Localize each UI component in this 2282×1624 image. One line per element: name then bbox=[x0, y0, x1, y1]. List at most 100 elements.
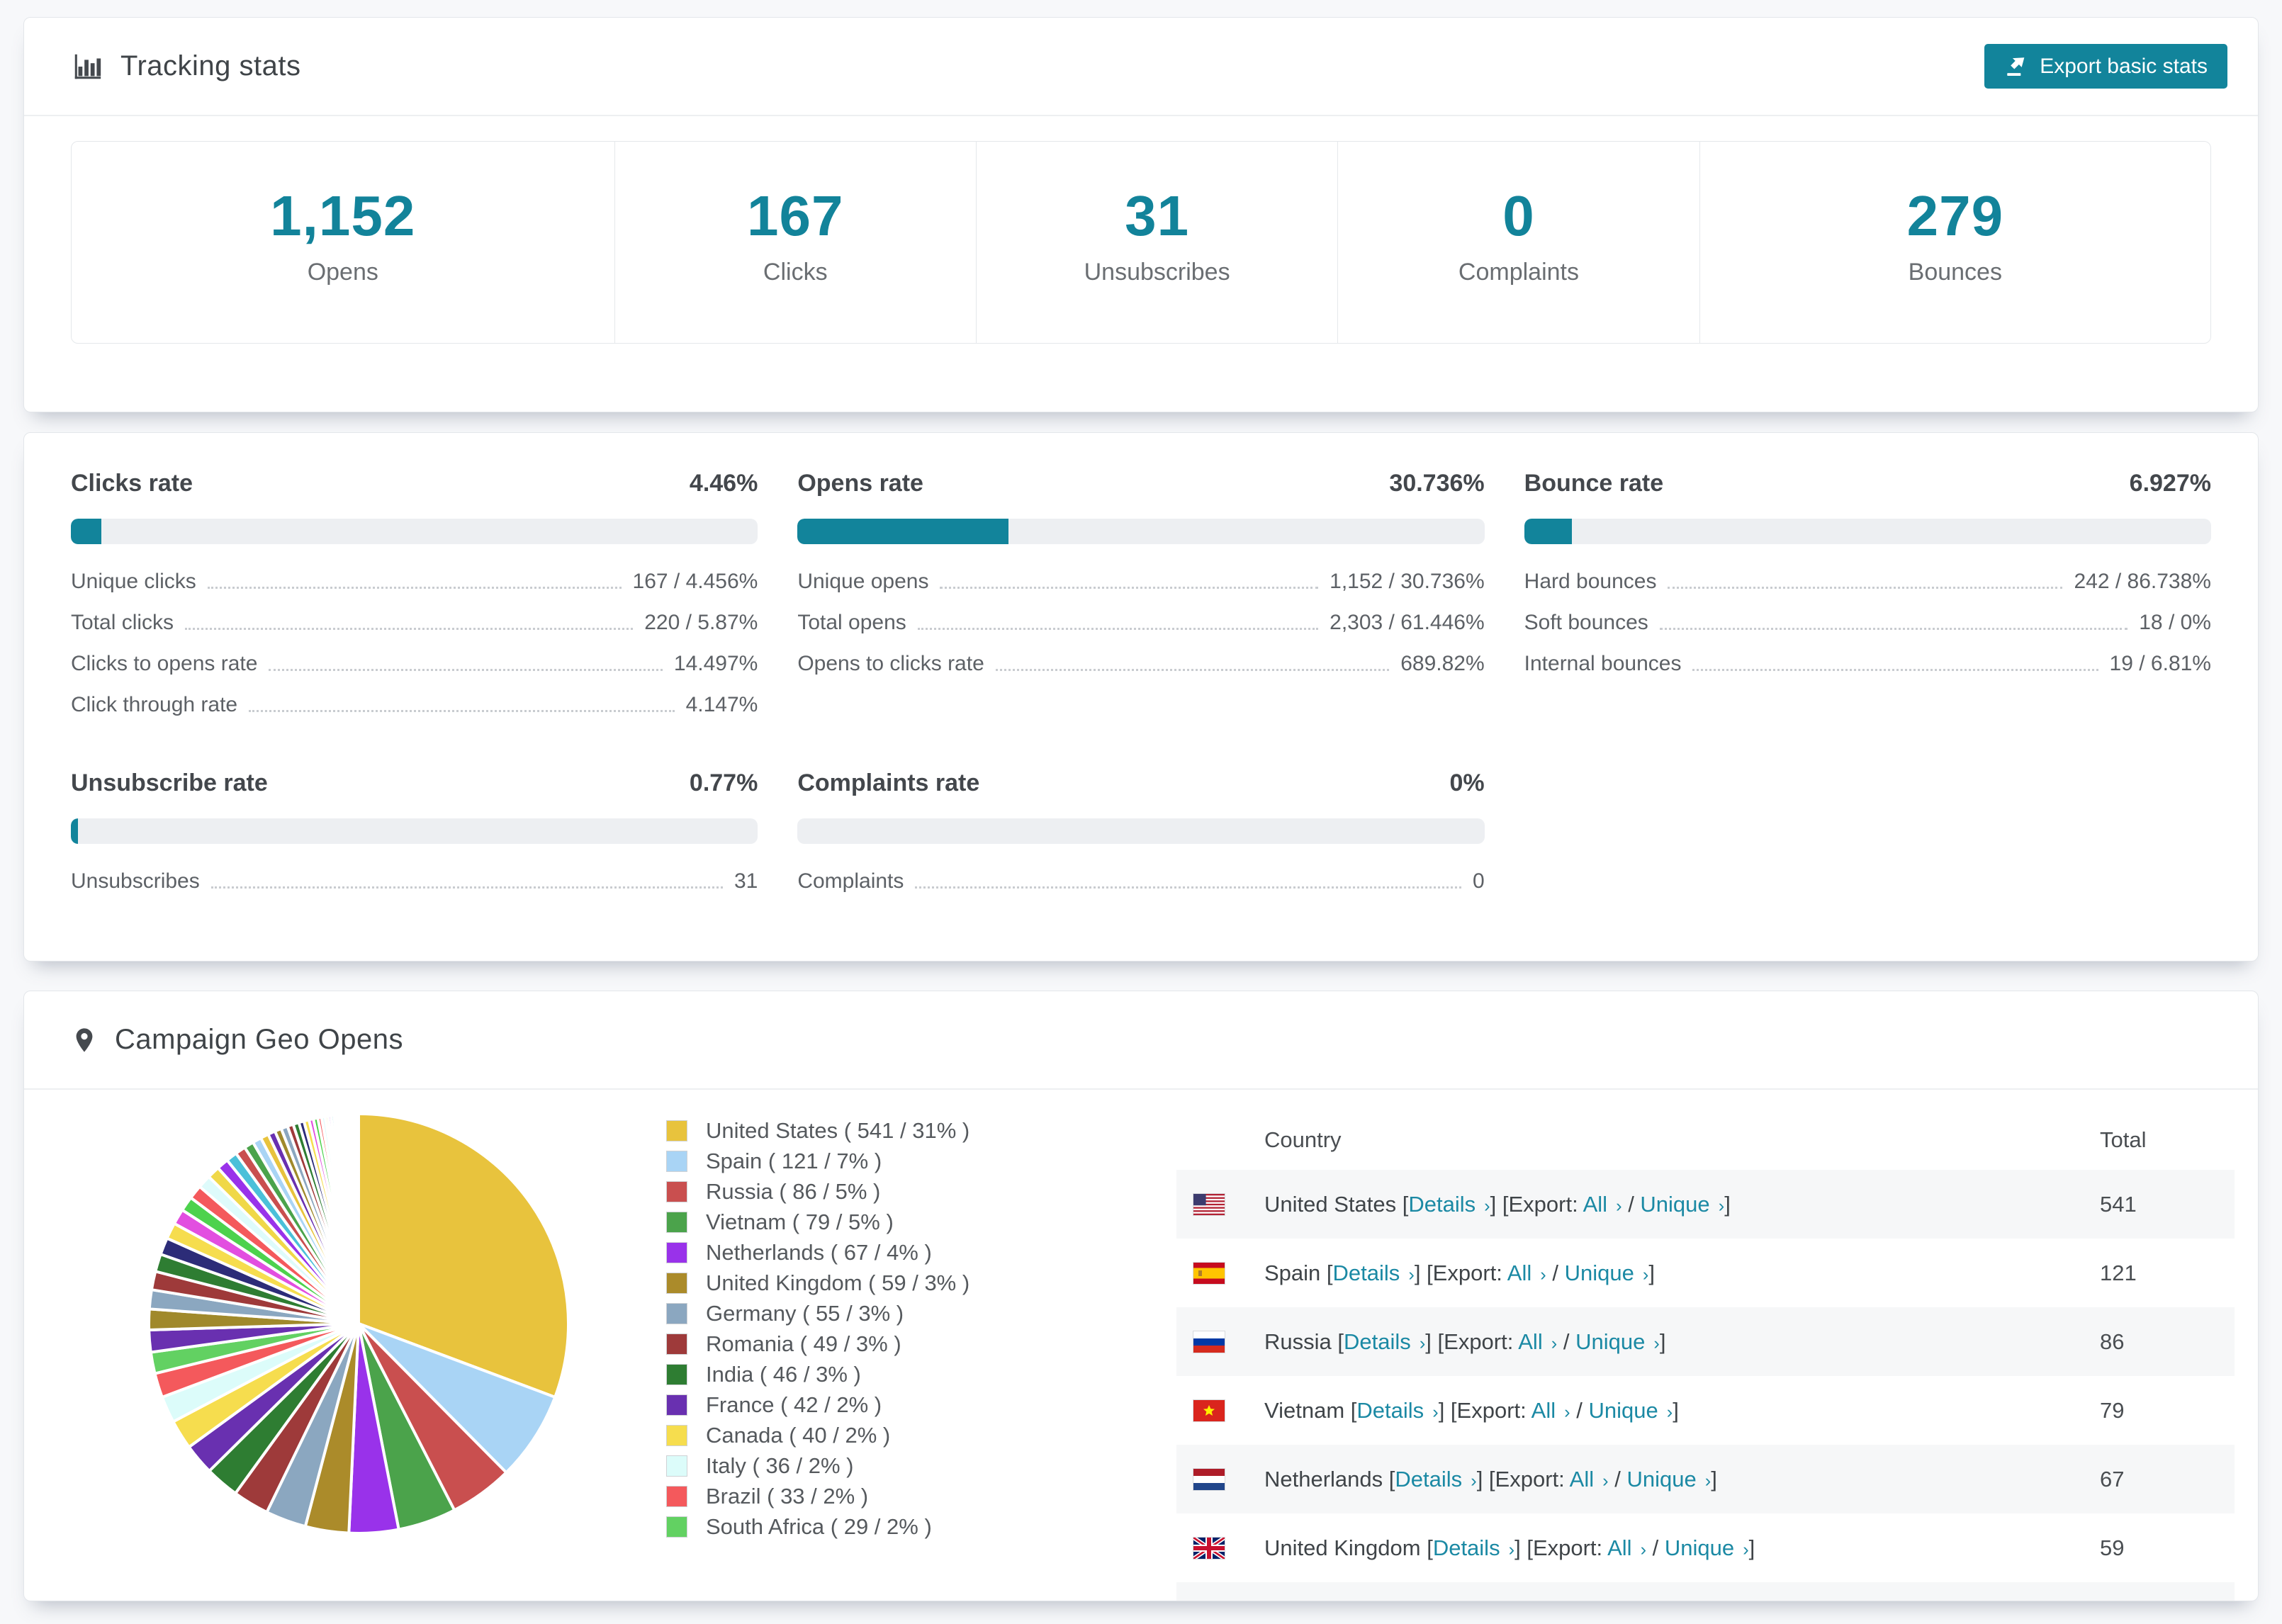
legend-label: India ( 46 / 3% ) bbox=[706, 1361, 861, 1387]
geo-opens-pie-chart bbox=[139, 1104, 578, 1543]
legend-item-united-states: United States ( 541 / 31% ) bbox=[666, 1115, 1077, 1146]
legend-label: Vietnam ( 79 / 5% ) bbox=[706, 1209, 894, 1234]
stat-cell-opens: 1,152 Opens bbox=[72, 142, 614, 343]
export-unique-link[interactable]: Unique › bbox=[1665, 1535, 1749, 1560]
stat-label: Opens bbox=[307, 258, 378, 286]
nl-flag-icon bbox=[1193, 1468, 1225, 1490]
rate-row-value: 31 bbox=[734, 869, 758, 893]
rate-row-label: Opens to clicks rate bbox=[797, 652, 984, 675]
legend-label: United Kingdom ( 59 / 3% ) bbox=[706, 1270, 970, 1295]
export-unique-link[interactable]: Unique › bbox=[1588, 1398, 1673, 1423]
export-unique-link[interactable]: Unique › bbox=[1626, 1467, 1711, 1492]
dotted-leader bbox=[1659, 627, 2128, 630]
rate-header: Unsubscribe rate 0.77% bbox=[71, 769, 758, 797]
rate-value: 4.46% bbox=[689, 470, 758, 497]
rate-row: Complaints 0 bbox=[797, 861, 1484, 902]
legend-label: Brazil ( 33 / 2% ) bbox=[706, 1483, 869, 1509]
rate-header: Opens rate 30.736% bbox=[797, 470, 1484, 497]
legend-label: Canada ( 40 / 2% ) bbox=[706, 1422, 891, 1448]
table-row-es: Spain [Details ›] [Export: All › / Uniqu… bbox=[1176, 1239, 2235, 1307]
details-link[interactable]: Details › bbox=[1344, 1329, 1425, 1354]
stats-summary-row: 1,152 Opens 167 Clicks 31 Unsubscribes 0 Compla… bbox=[71, 141, 2211, 344]
export-unique-link[interactable]: Unique › bbox=[1565, 1261, 1649, 1285]
country-cell: Russia [Details ›] [Export: All › / Uniq… bbox=[1264, 1329, 1666, 1354]
rate-value: 30.736% bbox=[1389, 470, 1485, 497]
rate-row-value: 1,152 / 30.736% bbox=[1330, 570, 1485, 593]
chevron-right-icon: › bbox=[1535, 1264, 1546, 1285]
export-all-link[interactable]: All › bbox=[1531, 1398, 1570, 1423]
chevron-right-icon: › bbox=[1713, 1195, 1725, 1216]
country-cell: United States [Details ›] [Export: All ›… bbox=[1264, 1191, 1731, 1217]
legend-item-france: France ( 42 / 2% ) bbox=[666, 1389, 1077, 1420]
gb-flag-icon bbox=[1193, 1537, 1225, 1559]
export-all-link[interactable]: All › bbox=[1518, 1329, 1557, 1354]
chevron-right-icon: › bbox=[1648, 1333, 1660, 1353]
legend-item-canada: Canada ( 40 / 2% ) bbox=[666, 1420, 1077, 1450]
rate-row-value: 14.497% bbox=[673, 652, 758, 675]
table-row-nl: Netherlands [Details ›] [Export: All › /… bbox=[1176, 1445, 2235, 1513]
details-link[interactable]: Details › bbox=[1356, 1398, 1438, 1423]
geo-content: United States ( 541 / 31% ) Spain ( 121 /… bbox=[24, 1090, 2258, 1601]
legend-color-swatch bbox=[666, 1120, 687, 1141]
rate-row-label: Unique opens bbox=[797, 570, 929, 593]
rate-progress-track bbox=[797, 519, 1485, 544]
export-unique-link[interactable]: Unique › bbox=[1640, 1192, 1724, 1217]
table-row-ru: Russia [Details ›] [Export: All › / Uniq… bbox=[1176, 1307, 2235, 1376]
panel-title-campaign-geo-opens: Campaign Geo Opens bbox=[115, 1024, 404, 1055]
legend-item-russia: Russia ( 86 / 5% ) bbox=[666, 1176, 1077, 1207]
stat-cell-complaints: 0 Complaints bbox=[1337, 142, 1699, 343]
export-all-link[interactable]: All › bbox=[1607, 1535, 1646, 1560]
rate-section-unsubscribe-rate: Unsubscribe rate 0.77% Unsubscribes 31 bbox=[71, 769, 758, 902]
bar-chart-icon bbox=[71, 50, 103, 83]
campaign-geo-opens-header: Campaign Geo Opens bbox=[24, 991, 2258, 1090]
export-all-link[interactable]: All › bbox=[1583, 1192, 1622, 1217]
country-name: Vietnam bbox=[1264, 1397, 1345, 1423]
country-name: Russia bbox=[1264, 1329, 1332, 1354]
rate-rows: Unique opens 1,152 / 30.736% Total opens 2,… bbox=[797, 561, 1484, 684]
chevron-right-icon: › bbox=[1479, 1195, 1490, 1216]
legend-item-brazil: Brazil ( 33 / 2% ) bbox=[666, 1481, 1077, 1511]
campaign-geo-opens-panel: Campaign Geo Opens United States ( 541 /… bbox=[23, 991, 2259, 1601]
country-total: 67 bbox=[2100, 1466, 2125, 1492]
rate-section-opens-rate: Opens rate 30.736% Unique opens 1,152 / 30.… bbox=[797, 470, 1485, 726]
rate-header: Clicks rate 4.46% bbox=[71, 470, 758, 497]
legend-label: Russia ( 86 / 5% ) bbox=[706, 1178, 881, 1204]
chevron-right-icon: › bbox=[1699, 1470, 1712, 1491]
rate-row-label: Unique clicks bbox=[71, 570, 196, 593]
legend-item-germany: Germany ( 55 / 3% ) bbox=[666, 1298, 1077, 1329]
rate-row: Unsubscribes 31 bbox=[71, 861, 758, 902]
rate-row: Internal bounces 19 / 6.81% bbox=[1524, 643, 2211, 684]
rates-panel: Clicks rate 4.46% Unique clicks 167 / 4.456… bbox=[23, 432, 2259, 962]
export-label: Export: bbox=[1432, 1260, 1507, 1285]
dotted-leader bbox=[1668, 586, 2063, 589]
rate-rows: Unsubscribes 31 bbox=[71, 861, 758, 902]
legend-label: France ( 42 / 2% ) bbox=[706, 1392, 882, 1417]
details-link[interactable]: Details › bbox=[1408, 1192, 1490, 1217]
rate-row-label: Clicks to opens rate bbox=[71, 652, 258, 675]
details-link[interactable]: Details › bbox=[1395, 1467, 1476, 1492]
rate-title: Clicks rate bbox=[71, 470, 193, 497]
country-total: 86 bbox=[2100, 1329, 2125, 1354]
export-all-link[interactable]: All › bbox=[1570, 1467, 1609, 1492]
rate-progress-fill bbox=[71, 818, 78, 844]
details-link[interactable]: Details › bbox=[1333, 1261, 1415, 1285]
map-pin-icon bbox=[71, 1025, 98, 1056]
rate-row-value: 0 bbox=[1472, 869, 1485, 893]
export-unique-link[interactable]: Unique › bbox=[1575, 1329, 1660, 1354]
rate-value: 6.927% bbox=[2129, 470, 2211, 497]
chevron-right-icon: › bbox=[1559, 1402, 1570, 1422]
export-all-link[interactable]: All › bbox=[1507, 1261, 1546, 1285]
rate-row-value: 2,303 / 61.446% bbox=[1330, 611, 1485, 634]
rate-progress-track bbox=[1524, 519, 2211, 544]
dotted-leader bbox=[185, 627, 634, 630]
dotted-leader bbox=[207, 586, 622, 589]
table-row-de: Germany [Details ›] [Export: All › / Uni… bbox=[1176, 1582, 2235, 1601]
legend-color-swatch bbox=[666, 1485, 687, 1507]
legend-color-swatch bbox=[666, 1333, 687, 1355]
details-link[interactable]: Details › bbox=[1433, 1535, 1514, 1560]
rate-row-value: 689.82% bbox=[1400, 652, 1485, 675]
stat-value: 0 bbox=[1502, 184, 1535, 247]
export-basic-stats-button[interactable]: Export basic stats bbox=[1984, 44, 2227, 89]
rate-row-label: Total opens bbox=[797, 611, 906, 634]
column-header-country: Country bbox=[1264, 1127, 1342, 1152]
